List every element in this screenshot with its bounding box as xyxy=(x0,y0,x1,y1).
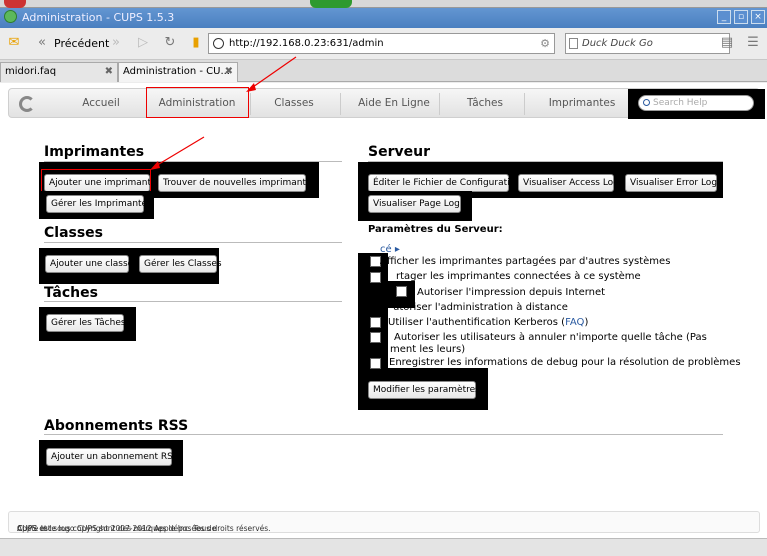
bookmark-folder-icon[interactable]: ✉ xyxy=(6,35,22,51)
add-rss-subscription-button[interactable]: Ajouter un abonnement RSS xyxy=(46,448,179,466)
tab-label: midori.faq xyxy=(5,66,57,77)
taskbar-icon[interactable] xyxy=(310,0,352,8)
modify-settings-button[interactable]: Modifier les paramètres xyxy=(368,381,480,399)
back-arrow-icon[interactable]: « xyxy=(34,35,50,51)
taskbar-icon[interactable] xyxy=(4,0,26,8)
feed-icon[interactable]: ⚙ xyxy=(540,37,550,50)
help-search-placeholder: Search Help xyxy=(653,98,708,108)
nav-separator xyxy=(250,93,251,115)
access-log-button[interactable]: Visualiser Access Log xyxy=(518,174,619,192)
expand-arrow-icon: ▸ xyxy=(394,244,400,255)
option-label: Enregistrer les informations de debug po… xyxy=(389,357,741,368)
option-label: Afficher les imprimantes partagées par d… xyxy=(380,256,671,267)
navbar-edge xyxy=(761,89,765,119)
section-divider xyxy=(44,242,342,243)
error-log-button[interactable]: Visualiser Error Log xyxy=(625,174,717,192)
trash-icon[interactable]: ▤ xyxy=(719,35,735,51)
menu-icon[interactable]: ☰ xyxy=(745,35,761,51)
footer-text-after: CUPS est sous copyright 2007-2012 Apple … xyxy=(17,524,271,533)
kerberos-label: Utiliser l'authentification Kerberos ( xyxy=(388,317,566,328)
web-search-input[interactable]: Duck Duck Go xyxy=(582,38,653,49)
option-label: rtager les imprimantes connectées à ce s… xyxy=(396,271,641,282)
debug-logging-checkbox[interactable] xyxy=(370,358,381,369)
close-window-button[interactable]: × xyxy=(751,10,765,24)
page-log-button[interactable]: Visualiser Page Log xyxy=(368,195,461,213)
manage-classes-button[interactable]: Gérer les Classes xyxy=(139,255,222,273)
window-title: Administration - CUPS 1.5.3 xyxy=(22,11,175,24)
taskbar-strip xyxy=(0,0,767,8)
faq-link[interactable]: FAQ xyxy=(565,317,584,328)
annotation-arrow-icon xyxy=(246,56,297,92)
classes-heading: Classes xyxy=(44,225,104,241)
server-params-heading: Paramètres du Serveur: xyxy=(368,224,503,235)
tab-bar: midori.faq ✖ Administration - CU... ✖ xyxy=(0,60,767,82)
nav-separator xyxy=(524,93,525,115)
close-tab-icon[interactable]: ✖ xyxy=(105,66,113,77)
reload-icon[interactable]: ↻ xyxy=(162,35,178,51)
cups-logo-icon[interactable] xyxy=(19,96,35,112)
option-label: Autoriser l'impression depuis Internet xyxy=(417,287,606,298)
nav-online-help[interactable]: Aide En Ligne xyxy=(349,97,439,109)
address-input[interactable]: http://192.168.0.23:631/admin xyxy=(229,38,384,49)
allow-internet-print-checkbox[interactable] xyxy=(396,286,407,297)
section-divider xyxy=(44,434,723,435)
window-titlebar: Administration - CUPS 1.5.3 _ ▫ × xyxy=(0,0,767,28)
maximize-button[interactable]: ▫ xyxy=(734,10,748,24)
find-printers-button[interactable]: Trouver de nouvelles imprimantes xyxy=(158,174,316,192)
manage-jobs-button[interactable]: Gérer les Tâches xyxy=(46,314,126,332)
midori-app-icon xyxy=(4,10,17,23)
jobs-heading: Tâches xyxy=(44,285,98,301)
help-search-input[interactable]: Search Help xyxy=(638,95,754,111)
help-search-area: Search Help xyxy=(628,89,761,119)
tab-midori-faq[interactable]: midori.faq ✖ xyxy=(0,62,118,82)
browser-toolbar: ✉ « Précédent » ▷ ↻ ▮ http://192.168.0.2… xyxy=(0,28,767,60)
tab-administration[interactable]: Administration - CU... ✖ xyxy=(118,62,238,82)
printers-heading: Imprimantes xyxy=(44,144,145,160)
option-label: Utiliser l'authentification Kerberos (FA… xyxy=(388,317,589,328)
share-printers-checkbox[interactable] xyxy=(370,272,381,283)
back-button[interactable]: Précédent xyxy=(54,37,109,50)
page-footer: CUPS et le logo CUPS sont des marques dé… xyxy=(8,511,760,533)
server-heading: Serveur xyxy=(368,144,430,160)
nav-separator xyxy=(439,93,440,115)
search-icon xyxy=(643,99,650,106)
nav-classes[interactable]: Classes xyxy=(259,97,329,109)
status-bar xyxy=(0,538,767,556)
kerberos-checkbox[interactable] xyxy=(370,317,381,328)
search-engine-icon[interactable] xyxy=(569,38,578,49)
page-content: Accueil Administration Classes Aide En L… xyxy=(0,56,767,538)
manage-printers-button[interactable]: Gérer les Imprimantes xyxy=(46,195,152,213)
address-bar[interactable]: http://192.168.0.23:631/admin ⚙ xyxy=(208,33,555,54)
forward-arrow-icon[interactable]: » xyxy=(108,35,124,51)
section-divider xyxy=(44,301,342,302)
nav-separator xyxy=(340,93,341,115)
annotation-arrow-icon xyxy=(150,136,205,170)
web-search-bar[interactable]: Duck Duck Go xyxy=(565,33,730,54)
edit-config-button[interactable]: Éditer le Fichier de Configuration xyxy=(368,174,521,192)
cancel-any-job-checkbox[interactable] xyxy=(370,332,381,343)
nav-home[interactable]: Accueil xyxy=(71,97,131,109)
add-class-button[interactable]: Ajouter une classe xyxy=(45,255,133,273)
option-label: utoriser l'administration à distance xyxy=(393,302,568,313)
option-label: Autoriser les utilisateurs à annuler n'i… xyxy=(394,332,707,343)
highlight-administration xyxy=(146,87,249,118)
minimize-button[interactable]: _ xyxy=(717,10,731,24)
option-label: ment les leurs) xyxy=(390,344,466,355)
nav-jobs[interactable]: Tâches xyxy=(449,97,521,109)
bookmark-icon[interactable]: ▮ xyxy=(188,35,204,51)
rss-heading: Abonnements RSS xyxy=(44,418,189,434)
site-favicon xyxy=(213,38,224,49)
next-icon[interactable]: ▷ xyxy=(135,35,151,51)
tab-label: Administration - CU... xyxy=(123,66,230,77)
highlight-add-printer xyxy=(41,169,151,193)
nav-printers[interactable]: Imprimantes xyxy=(537,97,627,109)
cups-navbar: Accueil Administration Classes Aide En L… xyxy=(8,88,765,119)
close-tab-icon[interactable]: ✖ xyxy=(225,66,233,77)
